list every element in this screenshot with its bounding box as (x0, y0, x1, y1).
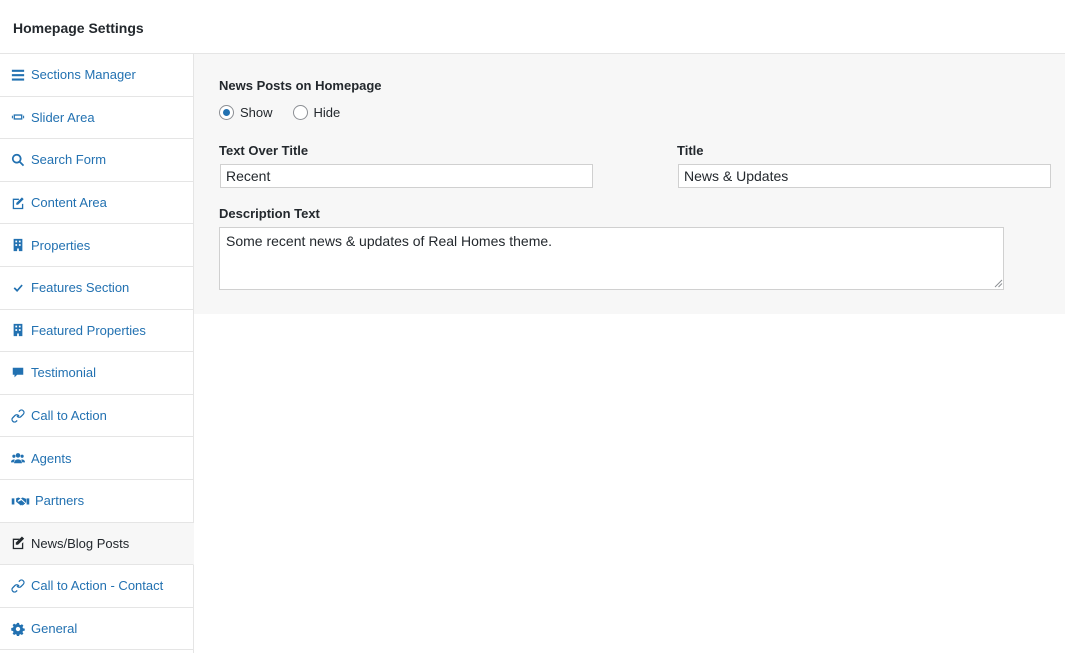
page-header: Homepage Settings (0, 0, 1065, 54)
hide-radio[interactable]: Hide (292, 105, 341, 120)
sidebar-item-call-to-action[interactable]: Call to Action (0, 395, 193, 438)
checkmark-icon (10, 280, 26, 296)
building-icon (10, 322, 26, 338)
search-icon (10, 152, 26, 168)
sidebar-item-search-form[interactable]: Search Form (0, 139, 193, 182)
title-input[interactable] (678, 164, 1051, 188)
edit-icon (10, 195, 26, 211)
resize-handle-icon[interactable] (994, 279, 1003, 288)
sidebar-item-properties[interactable]: Properties (0, 224, 193, 267)
sidebar-item-sections-manager[interactable]: Sections Manager (0, 54, 193, 97)
sidebar-item-slider-area[interactable]: Slider Area (0, 97, 193, 140)
sidebar: Sections Manager Slider Area Search Form… (0, 54, 194, 653)
speech-bubble-icon (10, 365, 26, 381)
title-label: Title (677, 143, 704, 158)
description-textarea[interactable]: Some recent news & updates of Real Homes… (219, 227, 1004, 290)
sidebar-item-content-area[interactable]: Content Area (0, 182, 193, 225)
menu-icon (10, 67, 26, 83)
sidebar-item-label: Testimonial (31, 365, 97, 381)
settings-panel: News Posts on Homepage Show Hide Text Ov… (194, 54, 1065, 314)
radio-label: Hide (313, 105, 341, 120)
edit-square-icon (10, 535, 26, 551)
radio-label: Show (240, 105, 273, 120)
sidebar-item-label: Call to Action (31, 408, 107, 424)
building-icon (10, 237, 26, 253)
page-title: Homepage Settings (13, 20, 144, 36)
text-over-title-input[interactable] (220, 164, 593, 188)
sidebar-item-label: Partners (35, 493, 85, 509)
news-posts-label: News Posts on Homepage (219, 78, 382, 93)
description-label: Description Text (219, 206, 320, 221)
radio-button-checked[interactable] (219, 105, 234, 120)
sidebar-item-featured-properties[interactable]: Featured Properties (0, 310, 193, 353)
handshake-icon (10, 493, 30, 509)
text-over-title-label: Text Over Title (219, 143, 309, 158)
sidebar-item-general[interactable]: General (0, 608, 193, 651)
sidebar-item-label: Agents (31, 450, 72, 466)
sidebar-item-label: News/Blog Posts (31, 535, 130, 551)
sidebar-item-label: Content Area (31, 195, 107, 211)
gear-icon (10, 621, 26, 637)
sidebar-item-news-blog-posts[interactable]: News/Blog Posts (0, 522, 194, 566)
sidebar-item-label: Properties (31, 237, 91, 253)
sidebar-item-testimonial[interactable]: Testimonial (0, 352, 193, 395)
sidebar-item-label: Call to Action - Contact (31, 578, 164, 594)
link-icon (10, 578, 26, 594)
sidebar-item-partners[interactable]: Partners (0, 480, 193, 523)
sidebar-item-call-to-action-contact[interactable]: Call to Action - Contact (0, 565, 193, 608)
sidebar-item-label: Features Section (31, 280, 130, 296)
sidebar-item-label: Slider Area (31, 109, 95, 125)
sidebar-item-agents[interactable]: Agents (0, 437, 193, 480)
sidebar-item-label: General (31, 621, 78, 637)
link-icon (10, 408, 26, 424)
sidebar-item-label: Featured Properties (31, 322, 146, 338)
sidebar-item-features-section[interactable]: Features Section (0, 267, 193, 310)
radio-button[interactable] (292, 105, 308, 120)
news-posts-radio-group: Show Hide (219, 105, 360, 120)
sidebar-item-label: Sections Manager (31, 67, 136, 83)
show-radio[interactable]: Show (219, 105, 273, 120)
slider-icon (10, 109, 26, 125)
users-icon (10, 450, 26, 466)
sidebar-item-label: Search Form (31, 152, 107, 168)
